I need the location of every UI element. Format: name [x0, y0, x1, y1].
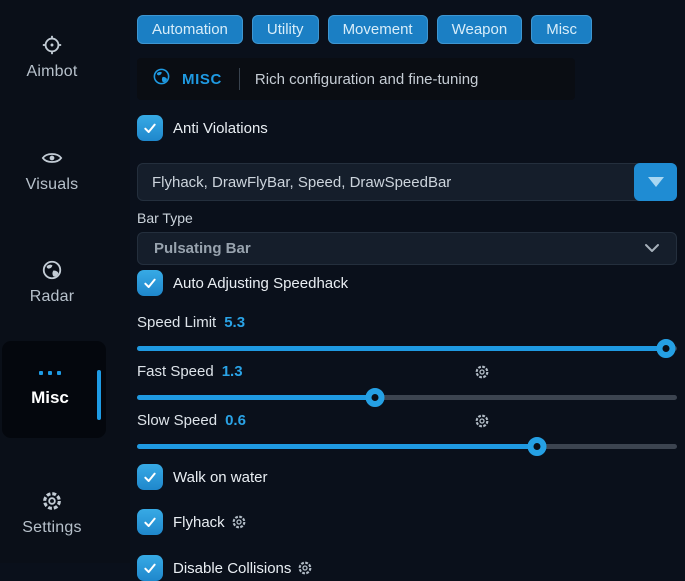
checkbox-label: Anti Violations — [173, 120, 268, 137]
multiselect-value: Flyhack, DrawFlyBar, Speed, DrawSpeedBar — [152, 174, 451, 191]
sidebar-item-label: Radar — [30, 288, 75, 306]
checkbox-row-anti-violations[interactable]: Anti Violations — [137, 115, 268, 141]
slider-thumb[interactable] — [657, 339, 676, 358]
chevron-down-icon — [644, 240, 660, 257]
check-icon — [142, 514, 158, 530]
speed-limit-slider[interactable] — [137, 339, 677, 358]
slider-value: 5.3 — [224, 314, 245, 331]
checkbox-label: Disable Collisions — [173, 560, 291, 577]
checkbox-row-flyhack[interactable]: Flyhack — [137, 509, 247, 535]
checkbox-label: Walk on water — [173, 469, 267, 486]
select-value: Pulsating Bar — [154, 240, 251, 257]
sidebar: Aimbot Visuals Radar Misc — [0, 0, 130, 563]
check-icon — [142, 275, 158, 291]
slider-fill — [137, 346, 666, 351]
checkbox-checked[interactable] — [137, 509, 163, 535]
checkbox-row-disable-collisions[interactable]: Disable Collisions — [137, 555, 313, 581]
slider-value: 1.3 — [222, 363, 243, 380]
tab-misc[interactable]: Misc — [531, 15, 592, 44]
globe-icon — [41, 259, 63, 281]
tab-weapon[interactable]: Weapon — [437, 15, 523, 44]
slider-label: Slow Speed — [137, 412, 217, 429]
slider-fill — [137, 395, 375, 400]
gear-icon[interactable] — [474, 413, 490, 434]
checkbox-checked[interactable] — [137, 464, 163, 490]
bar-type-select[interactable]: Pulsating Bar — [137, 232, 677, 265]
slider-group-speed-limit: Speed Limit 5.3 — [137, 314, 677, 358]
checkbox-row-auto-adjusting-speedhack[interactable]: Auto Adjusting Speedhack — [137, 270, 348, 296]
bars-multiselect-field[interactable]: Flyhack, DrawFlyBar, Speed, DrawSpeedBar — [137, 163, 677, 201]
slider-value: 0.6 — [225, 412, 246, 429]
category-tabs: Automation Utility Movement Weapon Misc — [137, 15, 677, 44]
gear-icon[interactable] — [297, 560, 313, 576]
sidebar-item-aimbot[interactable]: Aimbot — [0, 34, 104, 81]
section-subtitle: Rich configuration and fine-tuning — [255, 71, 478, 88]
sidebar-item-radar[interactable]: Radar — [0, 259, 104, 306]
tab-utility[interactable]: Utility — [252, 15, 319, 44]
checkbox-label: Flyhack — [173, 514, 225, 531]
slow-speed-slider[interactable] — [137, 437, 677, 456]
checkbox-row-walk-on-water[interactable]: Walk on water — [137, 464, 267, 490]
fast-speed-slider[interactable] — [137, 388, 677, 407]
globe-icon — [152, 67, 171, 91]
multiselect-dropdown-button[interactable] — [634, 163, 677, 201]
ellipsis-icon — [39, 371, 61, 375]
tab-automation[interactable]: Automation — [137, 15, 243, 44]
crosshair-icon — [41, 34, 63, 56]
slider-fill — [137, 444, 537, 449]
main-content: Automation Utility Movement Weapon Misc … — [137, 0, 677, 581]
sidebar-item-label: Misc — [31, 388, 69, 408]
sidebar-item-label: Settings — [22, 519, 81, 537]
checkbox-checked[interactable] — [137, 115, 163, 141]
check-icon — [142, 560, 158, 576]
gear-icon — [41, 490, 63, 512]
slider-label: Fast Speed — [137, 363, 214, 380]
slider-group-fast-speed: Fast Speed 1.3 — [137, 363, 677, 407]
checkbox-label: Auto Adjusting Speedhack — [173, 275, 348, 292]
slider-group-slow-speed: Slow Speed 0.6 — [137, 412, 677, 456]
sidebar-item-label: Visuals — [26, 176, 79, 194]
check-icon — [142, 120, 158, 136]
eye-icon — [41, 147, 63, 169]
section-header: MISC Rich configuration and fine-tuning — [137, 58, 575, 100]
check-icon — [142, 469, 158, 485]
checkbox-checked[interactable] — [137, 555, 163, 581]
checkbox-checked[interactable] — [137, 270, 163, 296]
slider-thumb[interactable] — [365, 388, 384, 407]
gear-icon[interactable] — [474, 364, 490, 385]
slider-thumb[interactable] — [527, 437, 546, 456]
bar-type-label: Bar Type — [137, 210, 677, 226]
gear-icon[interactable] — [231, 514, 247, 530]
sidebar-item-misc-selected[interactable]: Misc — [2, 341, 106, 438]
sidebar-item-settings[interactable]: Settings — [0, 490, 104, 537]
divider — [239, 68, 240, 90]
caret-down-icon — [648, 177, 664, 187]
slider-label: Speed Limit — [137, 314, 216, 331]
tab-movement[interactable]: Movement — [328, 15, 428, 44]
sidebar-item-label: Aimbot — [27, 63, 78, 81]
section-title: MISC — [182, 71, 222, 88]
sidebar-item-visuals[interactable]: Visuals — [0, 147, 104, 194]
active-indicator-bar — [97, 370, 101, 420]
